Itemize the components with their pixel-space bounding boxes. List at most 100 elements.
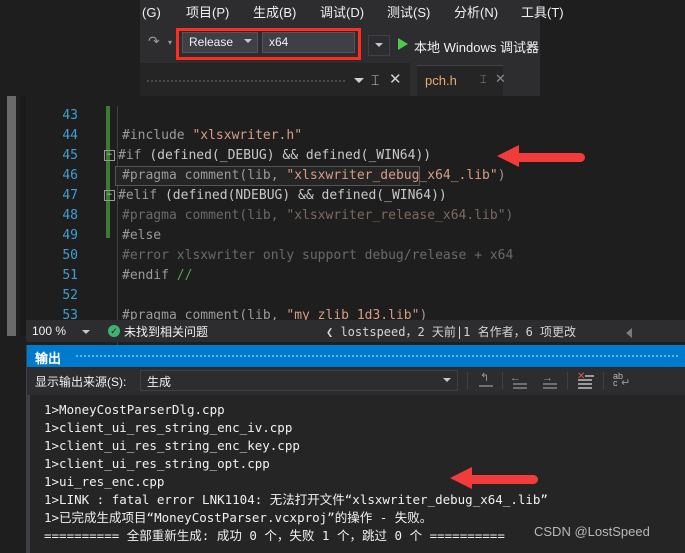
output-toolbar: 显示输出来源(S): 生成 ↰ ← → ✕ ab c ↵ xyxy=(27,367,685,396)
code-line[interactable]: 45 − #if (defined(_DEBUG) && defined(_WIN6… xyxy=(30,146,685,166)
code-token: #if xyxy=(118,148,150,163)
close-icon[interactable]: ✕ xyxy=(389,72,402,87)
jump-to-icon[interactable]: ↰ xyxy=(477,372,495,389)
play-icon[interactable] xyxy=(398,38,408,50)
git-blame-info[interactable]: ❮ lostspeed，2 天前|1 名作者，6 项更改 xyxy=(326,323,576,340)
chevron-down-icon[interactable] xyxy=(443,378,451,382)
chevron-down-icon[interactable] xyxy=(527,44,535,48)
code-token: _WIN64 xyxy=(368,148,416,163)
code-line[interactable]: 46 #pragma comment(lib, "xlsxwriter_debug… xyxy=(30,166,685,186)
drag-handle-dots[interactable] xyxy=(75,354,680,358)
code-token: // xyxy=(176,268,193,283)
code-line-text: #pragma comment(lib, "xlsxwriter_debug_x… xyxy=(122,166,506,186)
document-tab-label: pch.h xyxy=(425,73,457,88)
code-line[interactable]: 49 #else xyxy=(30,226,685,246)
code-token: #pragma comment(lib, xyxy=(122,208,287,223)
clear-all-icon[interactable]: ✕ xyxy=(576,371,594,389)
code-line-text: #error xlsxwriter only support debug/rel… xyxy=(122,246,513,266)
code-line[interactable]: 47 − #elif (defined(NDEBUG) && defined(_WI… xyxy=(30,186,685,206)
code-line[interactable]: 44 #include "xlsxwriter.h" xyxy=(30,126,685,146)
line-number: 47 xyxy=(62,188,78,203)
chevron-down-icon[interactable] xyxy=(82,330,90,334)
output-line[interactable]: 1>ui_res_enc.cpp xyxy=(44,473,164,491)
code-token: "xlsxwriter_debug_x64_.lib" xyxy=(286,168,498,183)
code-token: ) xyxy=(505,208,514,223)
output-tab-label[interactable]: 输出 xyxy=(35,348,61,367)
watermark-text: CSDN @LostSpeed xyxy=(534,524,650,539)
pin-icon[interactable]: ⌶ xyxy=(480,74,487,87)
menu-item-analyze[interactable]: 分析(N) xyxy=(454,3,498,22)
code-line-text: #else xyxy=(122,226,161,246)
collapse-arrow-icon[interactable] xyxy=(626,328,632,338)
output-line[interactable]: 1>client_ui_res_string_opt.cpp xyxy=(44,455,270,473)
menu-item-debug[interactable]: 调试(D) xyxy=(320,3,364,22)
vertical-scrollbar[interactable] xyxy=(0,96,30,336)
code-line-text: #pragma comment(lib, "xlsxwriter_release… xyxy=(122,206,513,226)
scrollbar-gap xyxy=(20,96,26,336)
editor-status-bar: 100 % ✓ 未找到相关问题 ❮ lostspeed，2 天前|1 名作者，6… xyxy=(26,320,685,342)
standard-toolbar: ↷ ▾ Release x64 本地 Windows 调试器 xyxy=(140,25,540,63)
tab-strip-row: ⌶ ✕ pch.h ⌶ ✕ xyxy=(140,63,540,159)
code-token: ) xyxy=(497,168,506,183)
redo-icon[interactable]: ↷ xyxy=(148,33,160,50)
output-source-label: 显示输出来源(S): xyxy=(35,375,127,389)
output-tab-bar: 输出 xyxy=(27,345,685,367)
toolbar-separator xyxy=(567,372,568,389)
chevron-down-icon[interactable] xyxy=(354,78,364,83)
code-editor: 43 44 #include "xlsxwriter.h" 45− #if (defin… xyxy=(0,96,685,390)
extra-combo[interactable] xyxy=(368,35,390,56)
annotation-arrow-output xyxy=(450,467,538,489)
line-number: 49 xyxy=(62,228,78,243)
visual-studio-window: (G) 项目(P) 生成(B) 调试(D) 测试(S) 分析(N) 工具(T) … xyxy=(0,0,685,553)
code-line[interactable]: 43 xyxy=(30,106,685,126)
next-icon[interactable]: → xyxy=(541,372,559,389)
chevron-down-icon[interactable] xyxy=(375,43,383,47)
code-text-area[interactable]: 43 44 #include "xlsxwriter.h" 45− #if (defin… xyxy=(30,96,685,383)
drag-handle-dots[interactable] xyxy=(146,79,346,83)
toggle-wordwrap-icon[interactable]: ab c ↵ xyxy=(612,371,630,389)
menu-item-project[interactable]: 项目(P) xyxy=(186,3,229,22)
code-line[interactable]: 50 #error xlsxwriter only support debug/r… xyxy=(30,246,685,266)
code-line-text: #if (defined(_DEBUG) && defined(_WIN64)) xyxy=(118,146,431,166)
document-tab-pch-h[interactable]: pch.h ⌶ ✕ xyxy=(417,65,506,97)
output-line[interactable]: 1>已完成生成项目“MoneyCostParser.vcxproj”的操作 - … xyxy=(44,509,432,527)
chevron-down-icon[interactable]: ▾ xyxy=(168,38,172,47)
code-token: #pragma comment(lib, xyxy=(122,168,287,183)
output-line[interactable]: 1>client_ui_res_string_enc_iv.cpp xyxy=(44,419,292,437)
check-circle-icon: ✓ xyxy=(108,325,120,337)
previous-icon[interactable]: ← xyxy=(510,372,529,389)
run-debugger-button[interactable]: 本地 Windows 调试器 xyxy=(414,37,539,56)
code-token: _DEBUG xyxy=(219,148,267,163)
menu-item-0[interactable]: (G) xyxy=(142,3,161,22)
code-line[interactable]: 52 xyxy=(30,286,685,306)
toolbar-separator xyxy=(467,372,468,389)
output-line[interactable]: 1>MoneyCostParserDlg.cpp xyxy=(44,401,225,419)
menu-item-test[interactable]: 测试(S) xyxy=(387,3,430,22)
pin-icon[interactable]: ⌶ xyxy=(371,73,379,87)
toolbar-separator xyxy=(603,372,604,389)
line-number: 51 xyxy=(62,268,78,283)
output-line[interactable]: 1>LINK : fatal error LNK1104: 无法打开文件“xls… xyxy=(44,491,548,509)
code-token: #include xyxy=(122,128,193,143)
annotation-arrow-code xyxy=(497,145,585,167)
code-line[interactable]: 51 #endif // xyxy=(30,266,685,286)
code-line-text: #endif // xyxy=(122,266,192,286)
code-token: (defined( xyxy=(149,148,220,163)
output-source-combo[interactable]: 生成 xyxy=(140,370,458,391)
code-token: )) xyxy=(415,148,432,163)
output-line[interactable]: 1>client_ui_res_string_enc_key.cpp xyxy=(44,437,300,455)
code-token: #elif xyxy=(118,188,165,203)
code-token: "xlsxwriter.h" xyxy=(192,128,303,143)
scrollbar-thumb[interactable] xyxy=(7,96,16,336)
fold-minus-icon[interactable]: − xyxy=(104,190,115,201)
fold-minus-icon[interactable]: − xyxy=(104,150,115,161)
issue-status-label: 未找到相关问题 xyxy=(124,325,209,339)
code-token: #endif xyxy=(122,268,177,283)
code-token: (defined(NDEBUG) && defined(_WIN64)) xyxy=(164,188,447,203)
close-icon[interactable]: ✕ xyxy=(495,71,506,87)
zoom-level-combo[interactable]: 100 % xyxy=(28,321,96,341)
menu-item-build[interactable]: 生成(B) xyxy=(253,3,296,22)
menu-item-tools[interactable]: 工具(T) xyxy=(521,3,564,22)
output-line[interactable]: ========== 全部重新生成: 成功 0 个，失败 1 个，跳过 0 个 … xyxy=(44,527,505,545)
code-line[interactable]: 48 #pragma comment(lib, "xlsxwriter_relea… xyxy=(30,206,685,226)
